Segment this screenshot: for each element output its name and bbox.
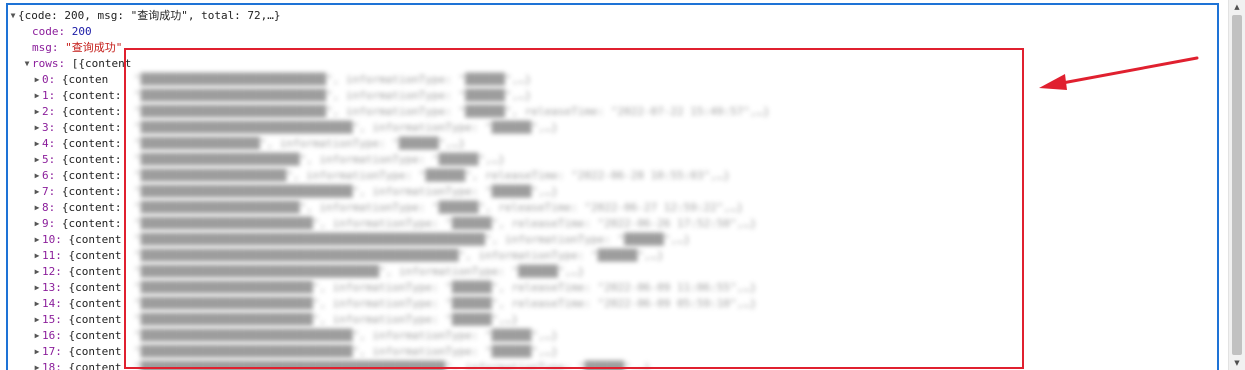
triangle-right-icon[interactable]: ▶ [32,248,42,264]
row-prefix: {content: [61,121,122,134]
row-prefix: {content [68,233,122,246]
row-index: 13: [42,281,62,294]
triangle-right-icon[interactable]: ▶ [32,168,42,184]
row-prefix: {content [68,281,122,294]
arrow-icon [1039,56,1199,90]
row-prefix: {content: [61,185,122,198]
row-index: 1: [42,89,56,102]
scroll-thumb[interactable] [1232,15,1242,355]
triangle-right-icon[interactable]: ▶ [32,312,42,328]
triangle-right-icon[interactable]: ▶ [32,72,42,88]
row-prefix: {content [68,313,122,326]
root-row[interactable]: ▼ {code: 200, msg: "查询成功", total: 72,…} [8,8,1213,24]
rows-preview: [{content [71,57,132,70]
row-index: 5: [42,153,56,166]
triangle-right-icon[interactable]: ▶ [32,360,42,370]
msg-key: msg: [32,41,59,54]
row-index: 18: [42,361,62,370]
row-index: 7: [42,185,56,198]
row-prefix: {content: [61,217,122,230]
row-prefix: {content [68,265,122,278]
row-index: 0: [42,73,56,86]
row-prefix: {content: [61,89,122,102]
row-index: 17: [42,345,62,358]
rows-key: rows: [32,57,66,70]
row-index: 16: [42,329,62,342]
triangle-right-icon[interactable]: ▶ [32,88,42,104]
triangle-right-icon[interactable]: ▶ [32,216,42,232]
row-index: 6: [42,169,56,182]
row-index: 10: [42,233,62,246]
highlight-box [124,48,1024,369]
row-prefix: {content [68,329,122,342]
scroll-up-icon[interactable]: ▲ [1229,0,1245,14]
triangle-right-icon[interactable]: ▶ [32,104,42,120]
triangle-right-icon[interactable]: ▶ [32,344,42,360]
triangle-right-icon[interactable]: ▶ [32,200,42,216]
triangle-down-icon[interactable]: ▼ [8,8,18,24]
triangle-right-icon[interactable]: ▶ [32,136,42,152]
row-prefix: {content [68,361,122,370]
row-prefix: {conten [61,73,109,86]
triangle-right-icon[interactable]: ▶ [32,280,42,296]
triangle-down-icon[interactable]: ▼ [22,56,32,72]
row-prefix: {content: [61,105,122,118]
row-prefix: {content: [61,153,122,166]
msg-value: "查询成功" [65,41,123,54]
code-value: 200 [71,25,92,38]
row-index: 12: [42,265,62,278]
field-code: code: 200 [8,24,1213,40]
row-index: 8: [42,201,56,214]
triangle-right-icon[interactable]: ▶ [32,232,42,248]
row-index: 2: [42,105,56,118]
triangle-right-icon[interactable]: ▶ [32,152,42,168]
row-index: 14: [42,297,62,310]
row-prefix: {content: [61,169,122,182]
triangle-right-icon[interactable]: ▶ [32,296,42,312]
row-index: 9: [42,217,56,230]
code-key: code: [32,25,66,38]
triangle-right-icon[interactable]: ▶ [32,120,42,136]
row-prefix: {content: [61,137,122,150]
triangle-right-icon[interactable]: ▶ [32,328,42,344]
vertical-scrollbar[interactable]: ▲ ▼ [1228,0,1245,370]
scroll-down-icon[interactable]: ▼ [1229,356,1245,370]
row-index: 4: [42,137,56,150]
row-index: 15: [42,313,62,326]
devtools-viewport: ▼ {code: 200, msg: "查询成功", total: 72,…} c… [0,0,1245,370]
row-index: 3: [42,121,56,134]
root-summary: {code: 200, msg: "查询成功", total: 72,…} [18,9,281,22]
row-index: 11: [42,249,62,262]
triangle-right-icon[interactable]: ▶ [32,264,42,280]
row-prefix: {content: [61,201,122,214]
row-prefix: {content [68,249,122,262]
row-prefix: {content [68,297,122,310]
triangle-right-icon[interactable]: ▶ [32,184,42,200]
row-prefix: {content [68,345,122,358]
